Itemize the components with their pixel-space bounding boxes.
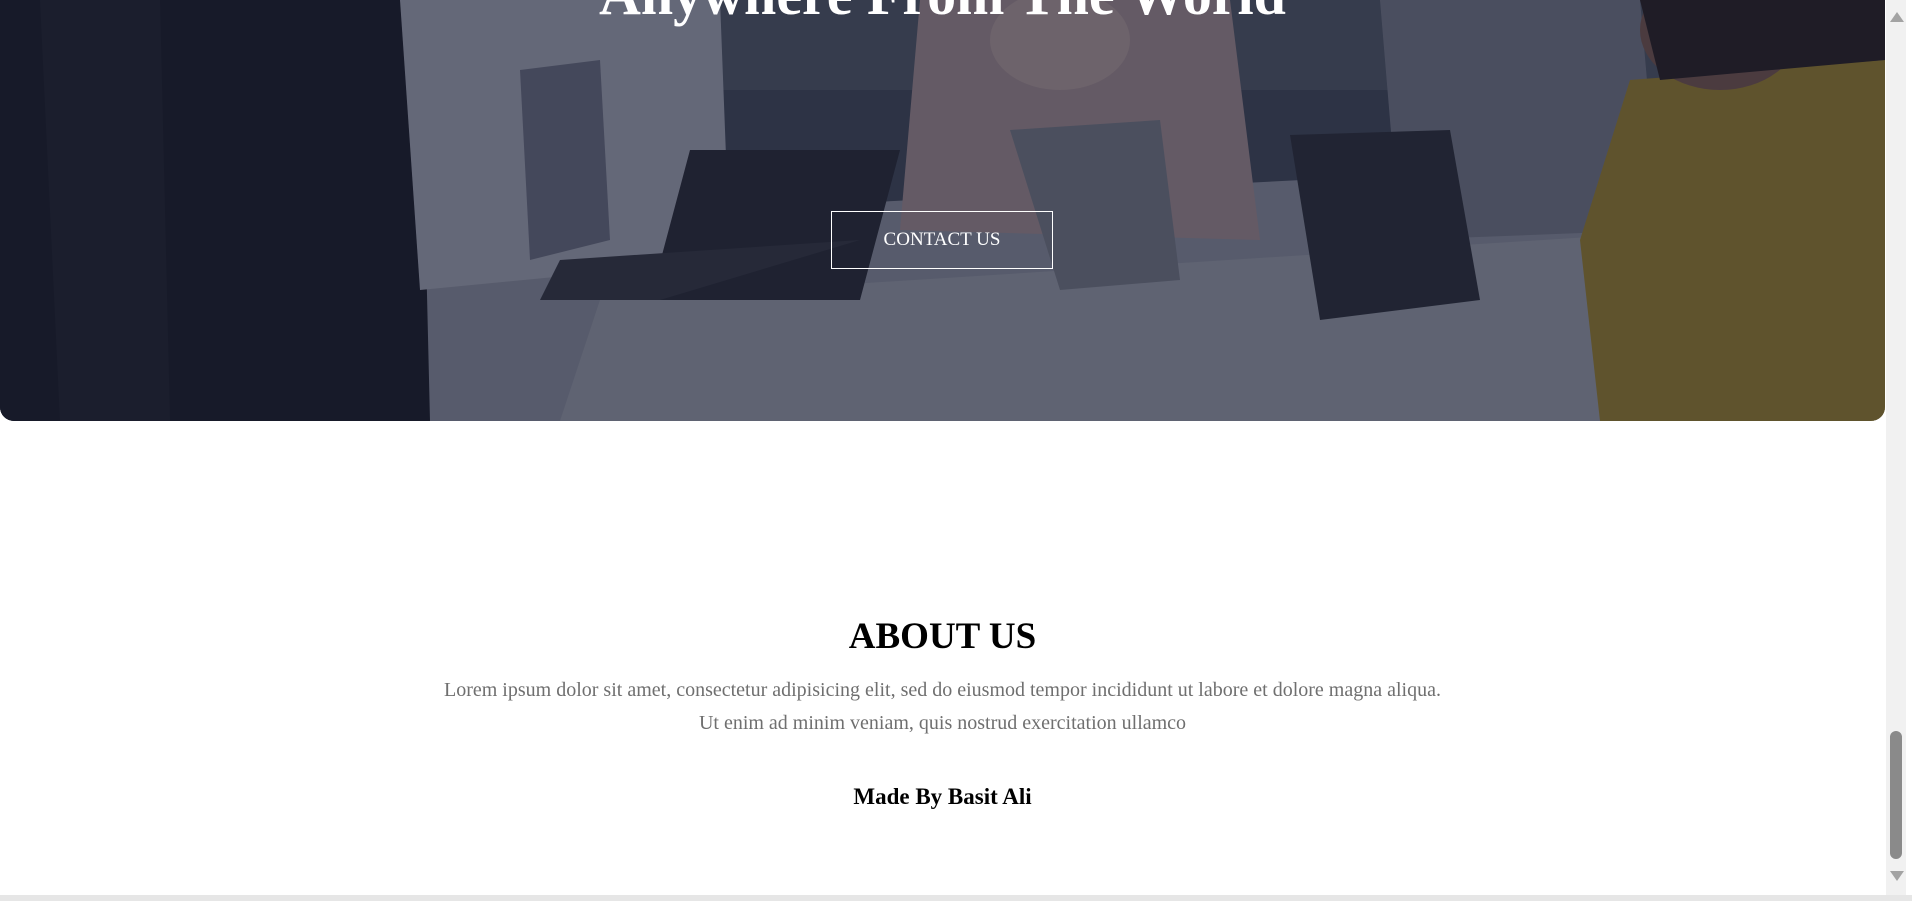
hero-title: Anywhere From The World: [0, 0, 1885, 30]
vertical-scrollbar[interactable]: [1886, 0, 1906, 895]
about-line-1: Lorem ipsum dolor sit amet, consectetur …: [444, 679, 1441, 701]
footer-credit: Made By Basit Ali: [853, 784, 1032, 809]
about-us-description: Lorem ipsum dolor sit amet, consectetur …: [0, 674, 1885, 740]
scrollbar-thumb[interactable]: [1890, 731, 1902, 859]
scroll-up-arrow-icon[interactable]: [1890, 12, 1904, 22]
hero-section: Anywhere From The World CONTACT US: [0, 0, 1885, 421]
page-viewport: Anywhere From The World CONTACT US ABOUT…: [0, 0, 1886, 895]
about-line-2: Ut enim ad minim veniam, quis nostrud ex…: [698, 712, 1187, 734]
scroll-down-arrow-icon[interactable]: [1890, 871, 1904, 881]
window-bottom-edge: [0, 895, 1912, 901]
about-us-heading: ABOUT US: [848, 616, 1037, 657]
contact-us-button[interactable]: CONTACT US: [831, 211, 1053, 269]
